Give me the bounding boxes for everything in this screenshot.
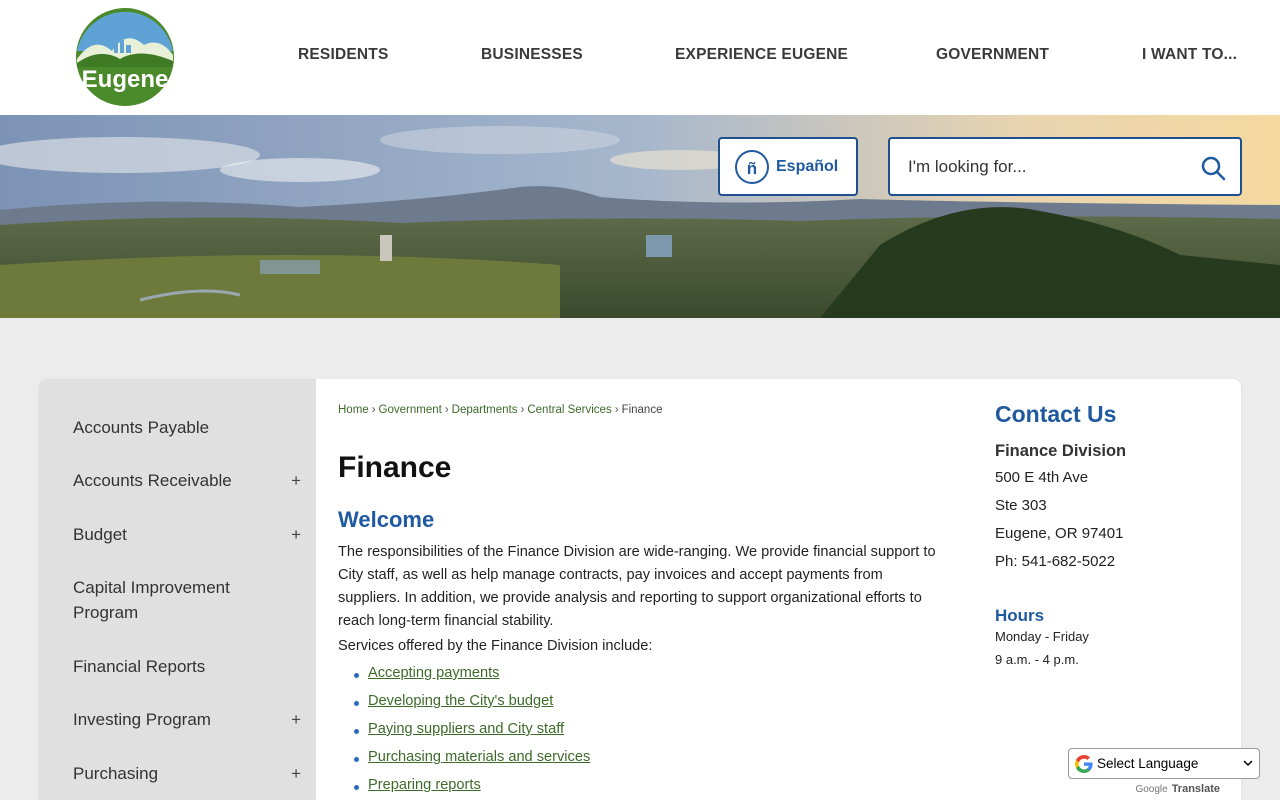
espanol-label: Español bbox=[776, 157, 839, 175]
page-title: Finance bbox=[338, 451, 452, 484]
espanol-button[interactable]: ñ Español bbox=[718, 137, 858, 196]
nav-businesses[interactable]: BUSINESSES bbox=[481, 46, 583, 64]
hours-time: 9 a.m. - 4 p.m. bbox=[995, 652, 1079, 667]
service-link-purchasing[interactable]: Purchasing materials and services bbox=[368, 749, 590, 765]
sidebar-item-label: Accounts Payable bbox=[73, 418, 210, 437]
hours-title: Hours bbox=[995, 606, 1045, 625]
welcome-heading: Welcome bbox=[338, 507, 435, 532]
sidebar-item-label: Financial Reports bbox=[73, 657, 206, 676]
contact-title: Contact Us bbox=[995, 401, 1117, 427]
main-nav: RESIDENTS BUSINESSES EXPERIENCE EUGENE G… bbox=[0, 46, 1280, 68]
intro-paragraph: The responsibilities of the Finance Divi… bbox=[338, 544, 936, 629]
services-intro: Services offered by the Finance Division… bbox=[338, 638, 653, 654]
sidebar-item-purchasing[interactable]: Purchasing + bbox=[73, 761, 301, 786]
content-card: Accounts Payable Accounts Receivable + B… bbox=[39, 379, 1241, 800]
expand-icon[interactable]: + bbox=[291, 761, 301, 786]
sidebar-item-financial-reports[interactable]: Financial Reports bbox=[73, 654, 301, 679]
sidebar-item-accounts-payable[interactable]: Accounts Payable bbox=[73, 415, 301, 440]
breadcrumb-separator: › bbox=[371, 404, 376, 416]
sidebar-nav: Accounts Payable Accounts Receivable + B… bbox=[39, 379, 316, 800]
service-link-accepting-payments[interactable]: Accepting payments bbox=[368, 665, 499, 681]
language-icon: ñ bbox=[735, 149, 769, 184]
sidebar-item-investing-program[interactable]: Investing Program + bbox=[73, 707, 301, 732]
nav-government[interactable]: GOVERNMENT bbox=[936, 46, 1049, 64]
sidebar-item-label: Purchasing bbox=[73, 764, 159, 783]
sidebar-item-accounts-receivable[interactable]: Accounts Receivable + bbox=[73, 468, 301, 493]
contact-address-line-1: 500 E 4th Ave bbox=[995, 469, 1089, 486]
expand-icon[interactable]: + bbox=[291, 707, 301, 732]
sidebar-item-label: Capital Improvement Program bbox=[73, 578, 230, 622]
services-list: Accepting payments Developing the City's… bbox=[353, 665, 590, 800]
sidebar-item-capital-improvement-program[interactable]: Capital Improvement Program bbox=[73, 575, 273, 625]
sidebar-item-label: Accounts Receivable bbox=[73, 471, 232, 490]
expand-icon[interactable]: + bbox=[291, 468, 301, 493]
contact-city: Eugene, OR 97401 bbox=[995, 525, 1124, 542]
service-link-budget[interactable]: Developing the City's budget bbox=[368, 693, 553, 709]
breadcrumb-government[interactable]: Government bbox=[379, 404, 442, 416]
list-item: Preparing reports bbox=[353, 777, 590, 800]
search-box bbox=[888, 137, 1242, 196]
google-g-icon bbox=[1075, 755, 1093, 773]
translate-wordmark: Translate bbox=[1171, 783, 1220, 795]
breadcrumb-departments[interactable]: Departments bbox=[452, 404, 518, 416]
google-wordmark: Google bbox=[1135, 784, 1168, 795]
language-select-label: Select Language bbox=[1097, 756, 1199, 771]
nav-residents[interactable]: RESIDENTS bbox=[298, 46, 389, 64]
search-input[interactable] bbox=[908, 153, 1188, 181]
breadcrumb: Home › Government › Departments › Central Serv… bbox=[338, 404, 662, 416]
expand-icon[interactable]: + bbox=[291, 522, 301, 547]
language-select[interactable]: Select Language bbox=[1068, 748, 1260, 779]
nav-i-want-to[interactable]: I WANT TO... bbox=[1142, 46, 1237, 64]
sidebar-item-budget[interactable]: Budget + bbox=[73, 522, 301, 547]
breadcrumb-separator: › bbox=[520, 404, 525, 416]
list-item: Accepting payments bbox=[353, 665, 590, 693]
powered-by-google[interactable]: Google Translate bbox=[1135, 783, 1220, 795]
svg-text:ñ: ñ bbox=[747, 159, 757, 178]
google-translate-widget: Select Language Google Translate bbox=[1068, 748, 1260, 800]
list-item: Paying suppliers and City staff bbox=[353, 721, 590, 749]
nav-experience-eugene[interactable]: EXPERIENCE EUGENE bbox=[675, 46, 848, 64]
hours-days: Monday - Friday bbox=[995, 629, 1089, 644]
logo-text: Eugene bbox=[82, 66, 169, 93]
sidebar-item-label: Investing Program bbox=[73, 710, 211, 729]
breadcrumb-home[interactable]: Home bbox=[338, 404, 369, 416]
breadcrumb-separator: › bbox=[614, 404, 619, 416]
breadcrumb-current: Finance bbox=[621, 404, 663, 416]
list-item: Developing the City's budget bbox=[353, 693, 590, 721]
list-item: Purchasing materials and services bbox=[353, 749, 590, 777]
service-link-preparing-reports[interactable]: Preparing reports bbox=[368, 777, 481, 793]
breadcrumb-central-services[interactable]: Central Services bbox=[527, 404, 611, 416]
contact-phone[interactable]: Ph: 541-682-5022 bbox=[995, 553, 1115, 570]
chevron-down-icon bbox=[1243, 760, 1253, 767]
sidebar-item-label: Budget bbox=[73, 525, 127, 544]
service-link-paying-suppliers[interactable]: Paying suppliers and City staff bbox=[368, 721, 564, 737]
contact-org: Finance Division bbox=[995, 442, 1127, 460]
site-header: Eugene RESIDENTS BUSINESSES EXPERIENCE E… bbox=[0, 0, 1280, 115]
breadcrumb-separator: › bbox=[444, 404, 449, 416]
contact-address-line-2: Ste 303 bbox=[995, 497, 1047, 514]
search-icon[interactable] bbox=[1200, 155, 1226, 181]
